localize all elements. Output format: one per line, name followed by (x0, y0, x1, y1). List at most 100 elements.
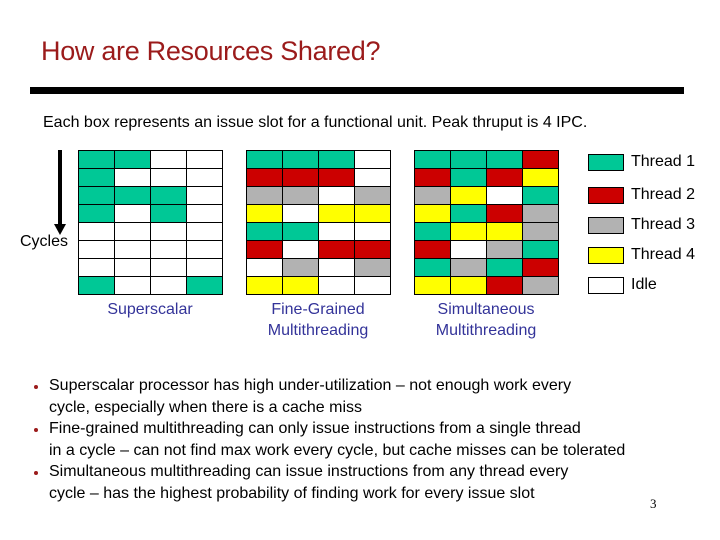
slide-subtitle: Each box represents an issue slot for a … (43, 114, 588, 131)
issue-slot-fine-r6-c2 (319, 259, 355, 277)
issue-slot-fine-r1-c1 (283, 169, 319, 187)
issue-slot-superscalar-r4-c2 (151, 223, 187, 241)
issue-slot-superscalar-r0-c1 (115, 151, 151, 169)
bullet-line: Simultaneous multithreading can issue in… (49, 463, 569, 480)
issue-slot-fine-r5-c2 (319, 241, 355, 259)
issue-slot-smt-r1-c0 (415, 169, 451, 187)
superscalar-label-line: Superscalar (107, 301, 193, 318)
legend-item-thread-1: Thread 1 (588, 152, 695, 172)
issue-slot-fine-r0-c1 (283, 151, 319, 169)
issue-slot-fine-r6-c0 (247, 259, 283, 277)
issue-slot-superscalar-r0-c2 (151, 151, 187, 169)
legend-swatch (588, 216, 624, 234)
issue-slot-smt-r3-c2 (487, 205, 523, 223)
issue-slot-fine-r4-c2 (319, 223, 355, 241)
cycles-arrow-icon (58, 150, 62, 226)
issue-slot-superscalar-r3-c0 (79, 205, 115, 223)
legend-item-thread-2: Thread 2 (588, 185, 695, 205)
issue-slot-fine-r5-c3 (355, 241, 391, 259)
issue-slot-smt-r5-c0 (415, 241, 451, 259)
issue-slot-fine-r4-c0 (247, 223, 283, 241)
bullet-dot-icon (34, 385, 38, 389)
issue-slot-fine-r0-c0 (247, 151, 283, 169)
issue-slot-fine-r1-c2 (319, 169, 355, 187)
bullet-list: Superscalar processor has high under-uti… (30, 375, 710, 504)
fine-grained-label: Fine-Grained Multithreading (246, 299, 390, 341)
issue-slot-superscalar-r6-c1 (115, 259, 151, 277)
issue-slot-smt-r4-c3 (523, 223, 559, 241)
bullet-dot-icon (34, 471, 38, 475)
issue-slot-smt-r6-c2 (487, 259, 523, 277)
issue-slot-superscalar-r6-c2 (151, 259, 187, 277)
superscalar-label: Superscalar (78, 299, 222, 320)
issue-slot-fine-r0-c3 (355, 151, 391, 169)
bullet-line: Superscalar processor has high under-uti… (49, 377, 572, 394)
issue-slot-fine-r3-c1 (283, 205, 319, 223)
issue-slot-smt-r6-c3 (523, 259, 559, 277)
issue-slot-smt-r5-c3 (523, 241, 559, 259)
fine-grained-slot-grid (246, 150, 391, 295)
issue-slot-smt-r1-c2 (487, 169, 523, 187)
legend-label: Thread 1 (631, 153, 696, 170)
issue-slot-superscalar-r7-c1 (115, 277, 151, 295)
issue-slot-smt-r7-c2 (487, 277, 523, 295)
issue-slot-smt-r4-c0 (415, 223, 451, 241)
superscalar-slot-grid (78, 150, 223, 295)
issue-slot-superscalar-r2-c3 (187, 187, 223, 205)
issue-slot-smt-r5-c1 (451, 241, 487, 259)
issue-slot-smt-r0-c0 (415, 151, 451, 169)
legend-item-thread-3: Thread 3 (588, 215, 695, 235)
issue-slot-superscalar-r2-c0 (79, 187, 115, 205)
issue-slot-superscalar-r5-c0 (79, 241, 115, 259)
issue-slot-fine-r7-c0 (247, 277, 283, 295)
issue-slot-fine-r2-c3 (355, 187, 391, 205)
title-divider (30, 87, 684, 94)
smt-slot-grid (414, 150, 559, 295)
smt-label-line-2: Multithreading (435, 322, 537, 339)
issue-slot-smt-r3-c0 (415, 205, 451, 223)
issue-slot-superscalar-r2-c1 (115, 187, 151, 205)
issue-slot-superscalar-r7-c3 (187, 277, 223, 295)
cycles-axis-label: Cycles (20, 233, 69, 250)
legend-label: Thread 4 (631, 246, 696, 263)
issue-slot-smt-r1-c3 (523, 169, 559, 187)
issue-slot-fine-r7-c3 (355, 277, 391, 295)
issue-slot-fine-r3-c2 (319, 205, 355, 223)
issue-slot-smt-r0-c1 (451, 151, 487, 169)
smt-label: Simultaneous Multithreading (414, 299, 558, 341)
legend-swatch (588, 276, 624, 294)
issue-slot-fine-r2-c0 (247, 187, 283, 205)
bullet-line: in a cycle – can not find max work every… (49, 441, 626, 459)
slide-title: How are Resources Shared? (41, 36, 381, 66)
page-number: 3 (650, 496, 657, 511)
issue-slot-superscalar-r5-c3 (187, 241, 223, 259)
issue-slot-fine-r7-c2 (319, 277, 355, 295)
issue-slot-superscalar-r1-c3 (187, 169, 223, 187)
issue-slot-superscalar-r4-c1 (115, 223, 151, 241)
legend-item-thread-4: Thread 4 (588, 245, 695, 265)
issue-slot-superscalar-r3-c1 (115, 205, 151, 223)
bullet-item: Simultaneous multithreading can issue in… (30, 461, 710, 504)
issue-slot-superscalar-r6-c3 (187, 259, 223, 277)
legend-item-idle: Idle (588, 275, 657, 295)
issue-slot-fine-r1-c0 (247, 169, 283, 187)
issue-slot-superscalar-r0-c0 (79, 151, 115, 169)
smt-label-line-1: Simultaneous (437, 301, 535, 318)
issue-slot-fine-r7-c1 (283, 277, 319, 295)
issue-slot-fine-r4-c3 (355, 223, 391, 241)
issue-slot-fine-r6-c1 (283, 259, 319, 277)
issue-slot-superscalar-r7-c0 (79, 277, 115, 295)
issue-slot-superscalar-r3-c2 (151, 205, 187, 223)
issue-slot-fine-r0-c2 (319, 151, 355, 169)
issue-slot-superscalar-r4-c3 (187, 223, 223, 241)
issue-slot-superscalar-r6-c0 (79, 259, 115, 277)
bullet-item: Superscalar processor has high under-uti… (30, 375, 710, 418)
legend-label: Thread 2 (631, 186, 696, 203)
issue-slot-smt-r7-c0 (415, 277, 451, 295)
issue-slot-superscalar-r5-c1 (115, 241, 151, 259)
issue-slot-fine-r6-c3 (355, 259, 391, 277)
issue-slot-smt-r0-c2 (487, 151, 523, 169)
issue-slot-fine-r5-c1 (283, 241, 319, 259)
issue-slot-superscalar-r0-c3 (187, 151, 223, 169)
bullet-line: cycle, especially when there is a cache … (49, 398, 363, 416)
